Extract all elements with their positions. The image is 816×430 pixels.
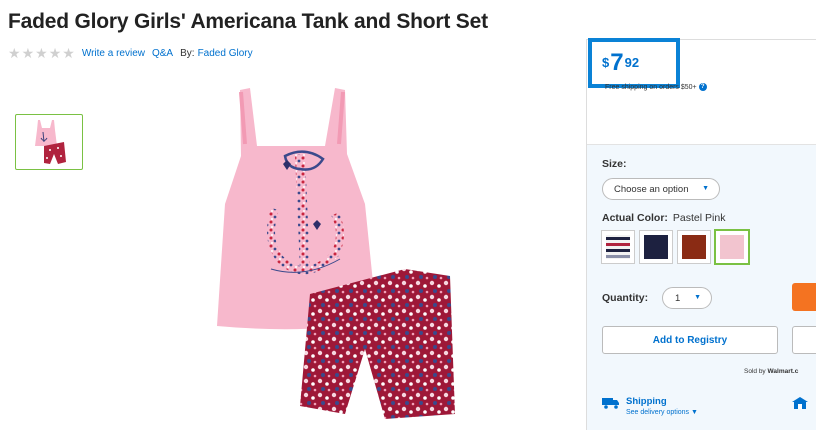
shipping-option[interactable]: Shipping See delivery options ▼ — [602, 396, 698, 416]
swatch-rust[interactable] — [677, 230, 711, 264]
navy-chip — [644, 235, 668, 259]
price-cents: 92 — [624, 55, 640, 70]
delivery-options-link[interactable]: See delivery options ▼ — [626, 409, 698, 416]
rating-row: ★ ★ ★ ★ ★ Write a review Q&A By: Faded G… — [8, 46, 260, 60]
sold-by: Sold by Walmart.c — [744, 368, 798, 375]
chevron-down-icon: ▼ — [694, 294, 701, 301]
chevron-down-icon: ▼ — [691, 409, 698, 416]
swatch-americana[interactable] — [601, 230, 635, 264]
price-whole: 7 — [610, 49, 624, 76]
color-value: Pastel Pink — [672, 212, 726, 224]
price-currency: $ — [602, 55, 610, 70]
star-icon: ★ — [8, 45, 21, 61]
write-review-link[interactable]: Write a review — [82, 48, 145, 59]
brand-link[interactable]: Faded Glory — [198, 48, 253, 59]
truck-icon — [602, 398, 619, 409]
rating-stars[interactable]: ★ ★ ★ ★ ★ — [8, 46, 76, 60]
quantity-select[interactable]: 1 ▼ — [662, 287, 712, 309]
price-highlight: $ 7 92 — [588, 38, 680, 88]
rust-chip — [682, 235, 706, 259]
add-to-list-button[interactable] — [792, 326, 816, 354]
star-icon: ★ — [48, 45, 62, 61]
color-swatches — [601, 229, 754, 265]
quantity-value: 1 — [675, 292, 681, 304]
product-title: Faded Glory Girls' Americana Tank and Sh… — [8, 10, 488, 33]
size-label: Size: — [602, 158, 627, 170]
chevron-down-icon: ▼ — [702, 185, 709, 192]
free-shipping-text: Free shipping on orders $50+ — [605, 83, 697, 91]
sold-by-prefix: Sold by — [744, 368, 766, 375]
quantity-label: Quantity: — [602, 292, 649, 304]
pink-chip — [720, 235, 744, 259]
question-icon[interactable]: ? — [698, 83, 707, 91]
shipping-title: Shipping — [626, 396, 667, 407]
swatch-pastel-pink[interactable] — [714, 229, 750, 265]
qa-link[interactable]: Q&A — [152, 48, 173, 59]
add-to-cart-button[interactable] — [792, 283, 816, 311]
seller-name[interactable]: Walmart.c — [768, 368, 799, 375]
store-icon[interactable] — [792, 397, 808, 409]
star-icon: ★ — [62, 45, 75, 61]
delivery-options-text: See delivery options — [626, 409, 690, 416]
add-to-registry-button[interactable]: Add to Registry — [602, 326, 778, 354]
product-price: $ 7 92 — [602, 51, 639, 75]
americana-pattern-icon — [606, 235, 630, 259]
size-select[interactable]: Choose an option ▼ — [602, 178, 720, 200]
thumbnail-image — [35, 120, 66, 164]
star-icon: ★ — [35, 45, 48, 61]
swatch-navy[interactable] — [639, 230, 673, 264]
color-label-text: Actual Color: — [602, 212, 668, 224]
star-icon: ★ — [21, 45, 35, 61]
product-thumbnail[interactable] — [15, 114, 83, 170]
product-main-image[interactable] — [205, 84, 465, 429]
color-label: Actual Color: Pastel Pink — [602, 212, 725, 224]
size-select-value: Choose an option — [614, 183, 689, 195]
by-label: By: — [180, 47, 195, 59]
free-shipping-note: Free shipping on orders $50+ ? — [605, 83, 707, 91]
